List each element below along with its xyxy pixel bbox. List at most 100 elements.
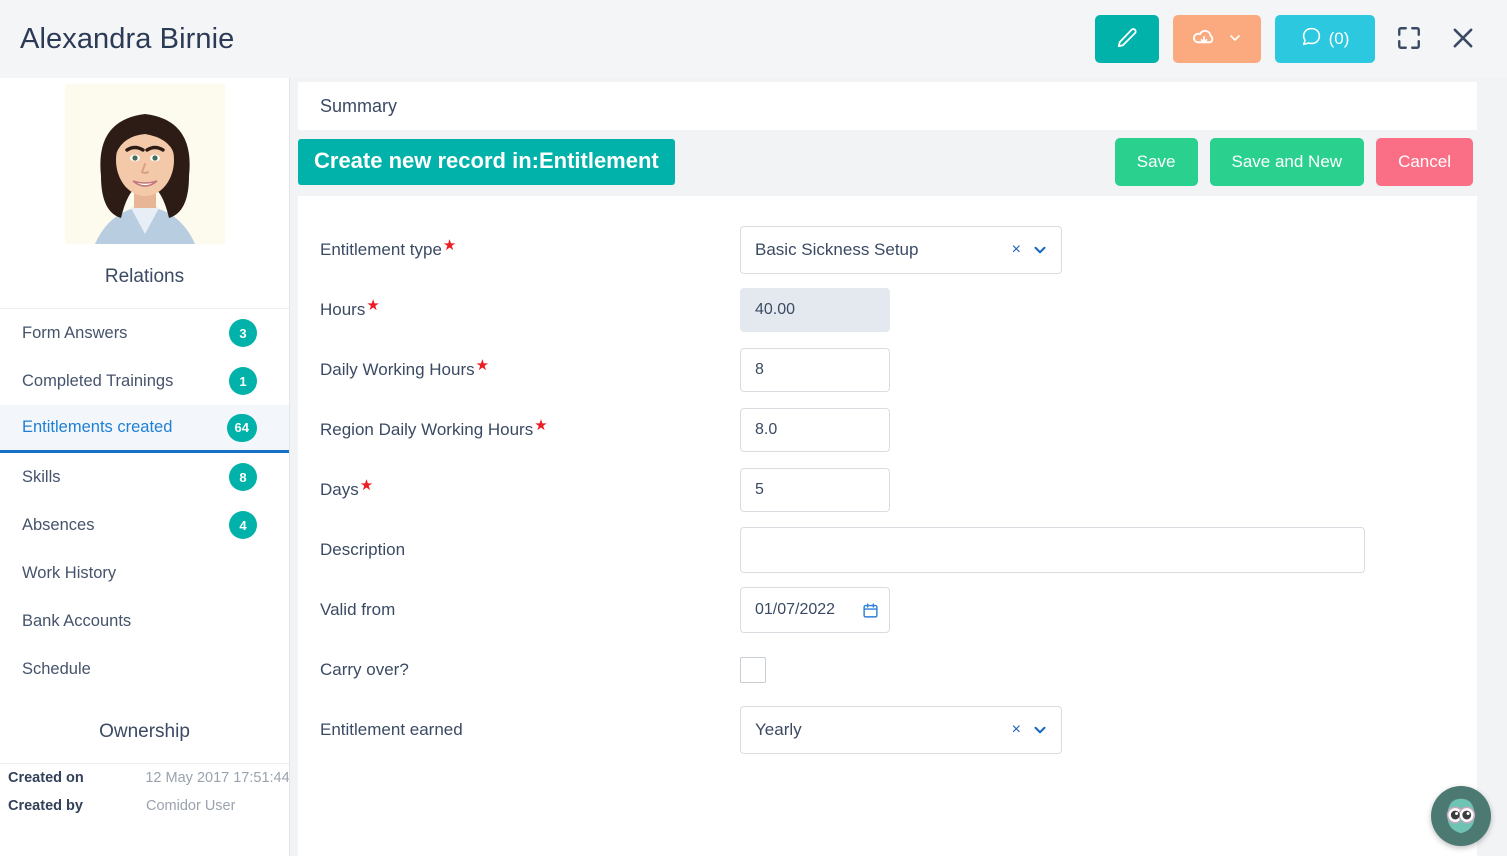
field-row-entitlement-type: Entitlement type ★ Basic Sickness Setup … <box>298 220 1477 280</box>
label-text: Entitlement earned <box>320 720 463 739</box>
status-badge: 3 <box>229 319 257 347</box>
hours-label: Hours ★ <box>320 297 740 320</box>
summary-tabbar: Summary <box>298 82 1477 130</box>
chevron-down-icon[interactable] <box>1031 721 1049 739</box>
daily-working-hours-control: 8 <box>740 348 1455 392</box>
export-button[interactable] <box>1173 15 1261 63</box>
hours-control: 40.00 <box>740 288 1455 332</box>
days-control: 5 <box>740 468 1455 512</box>
clear-icon[interactable]: × <box>1012 241 1021 259</box>
field-row-carry-over: Carry over? <box>298 640 1477 700</box>
sidebar-item-schedule[interactable]: Schedule <box>0 645 289 693</box>
created-on-label: Created on <box>8 770 84 786</box>
sidebar-item-label: Bank Accounts <box>22 611 132 630</box>
field-row-daily-working-hours: Daily Working Hours ★ 8 <box>298 340 1477 400</box>
created-on-value: 12 May 2017 17:51:44 <box>145 770 289 786</box>
status-badge: 8 <box>229 463 257 491</box>
entitlement-earned-select[interactable]: Yearly × <box>740 706 1062 754</box>
sidebar-item-label: Entitlements created <box>22 418 173 436</box>
ownership-title: Ownership <box>0 693 289 764</box>
relations-list: Form Answers 3 Completed Trainings 1 Ent… <box>0 309 289 693</box>
save-and-new-button[interactable]: Save and New <box>1209 138 1365 186</box>
sidebar-item-form-answers[interactable]: Form Answers 3 <box>0 309 289 357</box>
form-action-buttons: Save Save and New Cancel <box>1114 138 1477 186</box>
field-row-description: Description <box>298 520 1477 580</box>
label-text: Daily Working Hours <box>320 360 475 379</box>
created-by-value: Comidor User <box>146 798 236 814</box>
page-title: Alexandra Birnie <box>20 22 235 55</box>
carry-over-label: Carry over? <box>320 660 740 680</box>
entitlement-type-select[interactable]: Basic Sickness Setup × <box>740 226 1062 274</box>
sidebar-item-label: Skills <box>22 467 61 486</box>
carry-over-checkbox[interactable] <box>740 657 766 683</box>
days-label: Days ★ <box>320 477 740 500</box>
window-header: Alexandra Birnie (0) <box>0 0 1507 78</box>
status-badge: 1 <box>229 367 257 395</box>
entitlement-type-label: Entitlement type ★ <box>320 238 740 260</box>
sidebar-item-entitlements-created[interactable]: Entitlements created 64 <box>0 405 289 453</box>
entitlement-earned-label: Entitlement earned <box>320 720 740 740</box>
required-marker: ★ <box>359 477 374 494</box>
fullscreen-icon <box>1396 25 1422 54</box>
entitlement-form: Entitlement type ★ Basic Sickness Setup … <box>298 196 1477 856</box>
daily-working-hours-input[interactable]: 8 <box>740 348 890 392</box>
entitlement-earned-value: Yearly <box>755 720 802 739</box>
sidebar-item-label: Completed Trainings <box>22 371 174 390</box>
sidebar: Relations Form Answers 3 Completed Train… <box>0 78 290 856</box>
cancel-button[interactable]: Cancel <box>1376 138 1473 186</box>
comments-button[interactable]: (0) <box>1275 15 1375 63</box>
edit-button[interactable] <box>1095 15 1159 63</box>
label-text: Description <box>320 540 406 559</box>
relations-title: Relations <box>0 244 289 309</box>
required-marker: ★ <box>366 297 380 314</box>
chevron-down-icon[interactable] <box>1031 241 1049 259</box>
valid-from-label: Valid from <box>320 600 740 620</box>
record-window: Alexandra Birnie (0) Relations Form Answ… <box>0 0 1507 856</box>
region-daily-working-hours-control: 8.0 <box>740 408 1455 452</box>
required-marker: ★ <box>534 417 548 434</box>
sidebar-item-absences[interactable]: Absences 4 <box>0 501 289 549</box>
region-daily-working-hours-input[interactable]: 8.0 <box>740 408 890 452</box>
save-button[interactable]: Save <box>1114 138 1198 186</box>
pencil-icon <box>1116 27 1138 52</box>
sidebar-item-work-history[interactable]: Work History <box>0 549 289 597</box>
valid-from-control: 01/07/2022 <box>740 587 1455 633</box>
entitlement-earned-control: Yearly × <box>740 706 1455 754</box>
chevron-down-icon <box>1227 30 1243 49</box>
label-text: Valid from <box>320 600 396 619</box>
daily-working-hours-label: Daily Working Hours ★ <box>320 358 740 380</box>
tab-summary[interactable]: Summary <box>320 96 397 117</box>
fullscreen-button[interactable] <box>1389 19 1429 59</box>
field-row-days: Days ★ 5 <box>298 460 1477 520</box>
description-label: Description <box>320 540 740 560</box>
label-text: Entitlement type <box>320 240 442 259</box>
calendar-icon[interactable] <box>862 602 879 619</box>
description-input[interactable] <box>740 527 1365 573</box>
sidebar-item-skills[interactable]: Skills 8 <box>0 453 289 501</box>
entitlement-type-control: Basic Sickness Setup × <box>740 226 1455 274</box>
valid-from-datepicker[interactable]: 01/07/2022 <box>740 587 890 633</box>
comment-icon <box>1301 26 1322 52</box>
created-by-label: Created by <box>8 798 83 814</box>
field-row-hours: Hours ★ 40.00 <box>298 280 1477 340</box>
avatar <box>64 84 225 244</box>
sidebar-item-completed-trainings[interactable]: Completed Trainings 1 <box>0 357 289 405</box>
sidebar-item-label: Work History <box>22 563 117 582</box>
main-content: Summary Create new record in:Entitlement… <box>290 78 1507 856</box>
header-actions: (0) <box>1095 15 1507 63</box>
banner-row: Create new record in:Entitlement Save Sa… <box>298 138 1477 186</box>
clear-icon[interactable]: × <box>1012 721 1021 739</box>
close-button[interactable] <box>1443 19 1483 59</box>
days-input[interactable]: 5 <box>740 468 890 512</box>
chat-widget-button[interactable] <box>1431 786 1491 846</box>
label-text: Hours <box>320 300 366 319</box>
description-control <box>740 527 1455 573</box>
sidebar-item-bank-accounts[interactable]: Bank Accounts <box>0 597 289 645</box>
field-row-entitlement-earned: Entitlement earned Yearly × <box>298 700 1477 760</box>
field-row-valid-from: Valid from 01/07/2022 <box>298 580 1477 640</box>
hours-input: 40.00 <box>740 288 890 332</box>
created-on-row: Created on 12 May 2017 17:51:44 <box>0 764 289 792</box>
create-record-banner: Create new record in:Entitlement <box>298 139 675 185</box>
label-text: Days <box>320 480 359 499</box>
sidebar-item-label: Schedule <box>22 659 91 678</box>
